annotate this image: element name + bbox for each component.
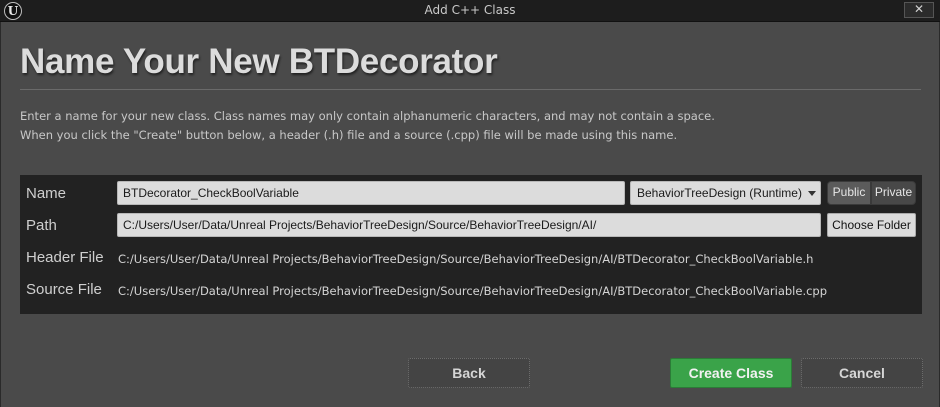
window-title: Add C++ Class: [424, 3, 516, 17]
description-line-1: Enter a name for your new class. Class n…: [20, 109, 715, 123]
path-input[interactable]: [117, 213, 821, 237]
choose-folder-button[interactable]: Choose Folder: [827, 213, 916, 237]
class-form-panel: Name BehaviorTreeDesign (Runtime) Public…: [20, 175, 922, 314]
description: Enter a name for your new class. Class n…: [20, 107, 715, 145]
title-bar: U Add C++ Class ✕: [0, 0, 940, 22]
add-class-dialog: Name Your New BTDecorator Enter a name f…: [0, 22, 940, 407]
name-label: Name: [26, 185, 67, 202]
chevron-down-icon: [808, 191, 816, 196]
header-file-path: C:/Users/User/Data/Unreal Projects/Behav…: [118, 252, 814, 266]
close-button[interactable]: ✕: [904, 2, 934, 18]
source-file-path: C:/Users/User/Data/Unreal Projects/Behav…: [118, 284, 828, 298]
path-label: Path: [26, 217, 57, 234]
public-toggle[interactable]: Public: [827, 181, 871, 205]
create-class-button[interactable]: Create Class: [670, 358, 792, 388]
back-button[interactable]: Back: [408, 358, 530, 388]
divider: [20, 89, 921, 90]
cancel-button[interactable]: Cancel: [801, 358, 923, 388]
page-title: Name Your New BTDecorator: [20, 42, 498, 81]
module-dropdown[interactable]: BehaviorTreeDesign (Runtime): [630, 181, 821, 205]
private-toggle[interactable]: Private: [871, 181, 916, 205]
header-file-label: Header File: [26, 249, 104, 266]
source-file-label: Source File: [26, 281, 102, 298]
class-name-input[interactable]: [117, 181, 625, 205]
module-dropdown-value: BehaviorTreeDesign (Runtime): [637, 186, 802, 200]
description-line-2: When you click the "Create" button below…: [20, 128, 678, 142]
